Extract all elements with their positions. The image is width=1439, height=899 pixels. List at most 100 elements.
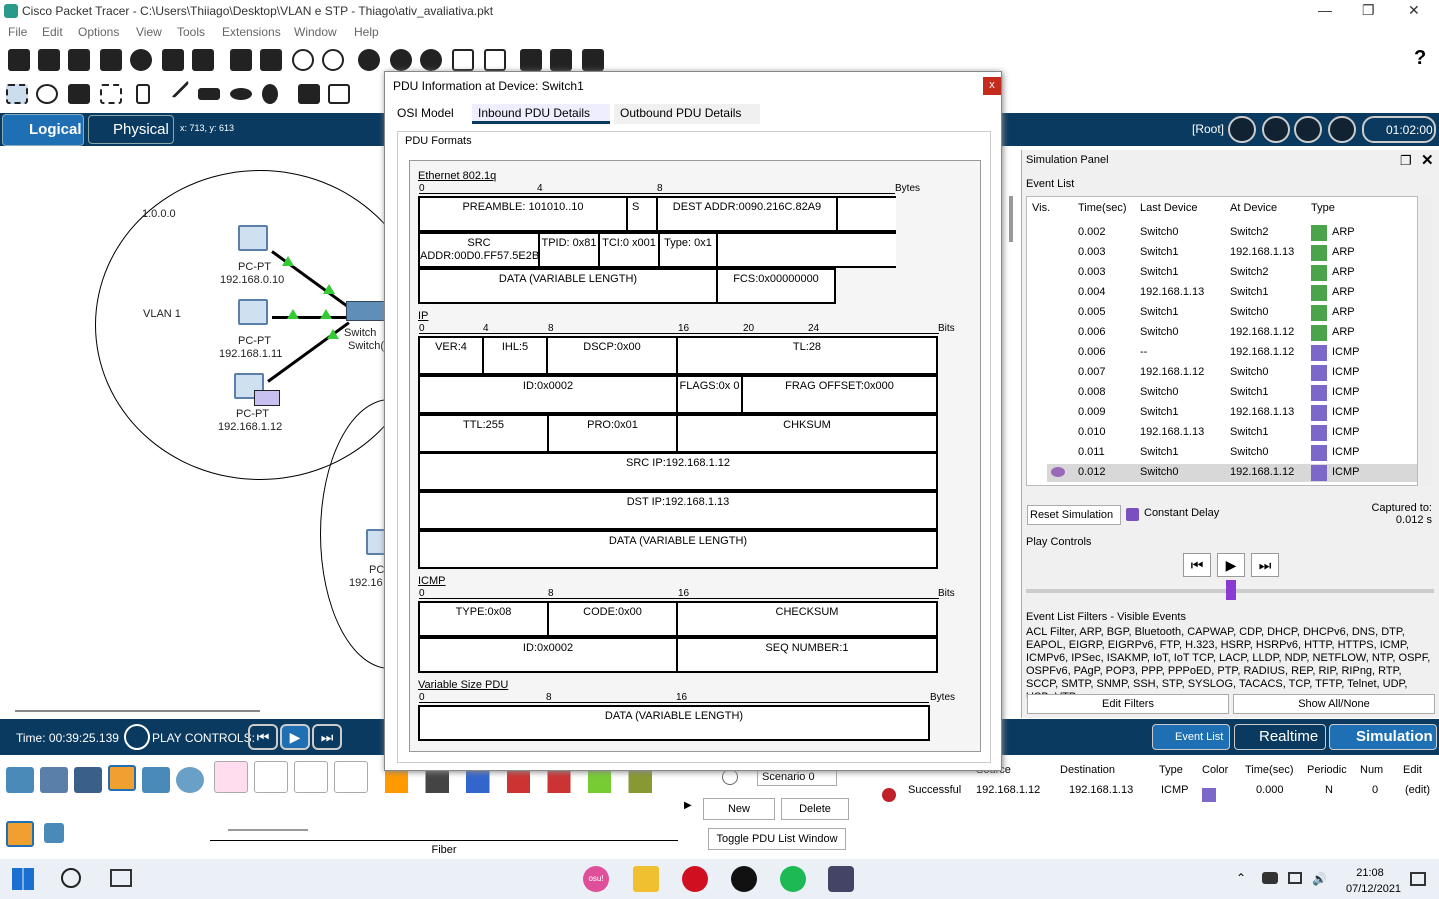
pdu-envelope-icon[interactable] [254, 390, 280, 406]
show-all-none-button[interactable]: Show All/None [1233, 694, 1435, 714]
tab-outbound-pdu[interactable]: Outbound PDU Details [614, 104, 760, 124]
redo-icon[interactable] [322, 49, 344, 71]
maximize-icon[interactable]: ❐ [1362, 2, 1375, 19]
menu-edit[interactable]: Edit [42, 25, 63, 39]
components-icon[interactable] [74, 767, 102, 793]
file-explorer-icon[interactable] [633, 866, 659, 892]
start-icon[interactable] [12, 868, 34, 890]
constant-delay-checkbox[interactable] [1126, 508, 1139, 521]
background-image-icon[interactable] [1328, 116, 1356, 143]
paste-icon[interactable] [260, 49, 282, 71]
chevron-up-icon[interactable]: ⌃ [1236, 871, 1246, 885]
open-folder-icon[interactable] [38, 49, 60, 71]
add-simple-pdu-icon[interactable] [298, 84, 320, 104]
drawing-palette-icon[interactable] [452, 49, 474, 71]
menu-window[interactable]: Window [294, 25, 337, 39]
back-icon[interactable] [1228, 116, 1256, 143]
save-icon[interactable] [68, 49, 90, 71]
realtime-button[interactable]: Realtime [1234, 724, 1326, 750]
osu-icon[interactable]: osu! [583, 866, 609, 892]
play-icon[interactable]: ▶ [1217, 553, 1245, 577]
connections-icon[interactable] [108, 765, 136, 791]
multiuser-icon[interactable] [176, 767, 204, 793]
switch-icon[interactable] [346, 301, 386, 321]
close-panel-icon[interactable]: ✕ [1421, 151, 1434, 169]
spotify-icon[interactable] [780, 866, 806, 892]
server-icon[interactable] [550, 49, 572, 71]
close-icon[interactable]: ✕ [1408, 2, 1420, 19]
pc-icon[interactable] [238, 225, 268, 251]
system-clock[interactable]: 21:08 07/12/2021 [1346, 865, 1401, 897]
cloud-icon[interactable] [1262, 116, 1290, 143]
tray-scrollbar[interactable] [228, 829, 308, 831]
power-cycle-icon[interactable] [124, 724, 150, 750]
console-cable-icon[interactable] [254, 761, 288, 793]
play-icon[interactable]: ▶ [280, 724, 310, 750]
logical-tab[interactable]: Logical [2, 114, 84, 146]
automatic-cable-icon[interactable] [214, 761, 248, 793]
pc-icon[interactable] [238, 299, 268, 325]
draw-rect-icon[interactable] [198, 88, 220, 100]
tab-inbound-pdu[interactable]: Inbound PDU Details [472, 104, 610, 124]
undock-icon[interactable]: ❐ [1400, 153, 1412, 169]
draw-ellipse-icon[interactable] [230, 88, 252, 100]
activity-wizard-icon[interactable] [192, 49, 214, 71]
copy-icon[interactable] [230, 49, 252, 71]
viewport-icon[interactable] [582, 49, 604, 71]
volume-icon[interactable]: 🔊 [1312, 872, 1327, 886]
new-file-icon[interactable] [8, 49, 30, 71]
menu-extensions[interactable]: Extensions [222, 25, 281, 39]
freeform-icon[interactable] [262, 84, 278, 104]
crossover-cable-icon[interactable] [334, 761, 368, 793]
event-list-button[interactable]: Event List [1152, 724, 1230, 750]
pdu-edit[interactable]: (edit) [1405, 784, 1430, 796]
scenario-select[interactable]: Scenario 0 [757, 770, 837, 786]
end-devices-icon[interactable] [40, 767, 68, 793]
help-icon[interactable]: ? [1414, 47, 1426, 70]
zoom-reset-icon[interactable] [390, 49, 412, 71]
packet-tracer-icon[interactable] [828, 866, 854, 892]
step-back-icon[interactable]: ⏮ [248, 724, 278, 750]
fire-icon[interactable] [882, 788, 896, 802]
pc-icon[interactable] [366, 529, 386, 555]
expand-arrow-icon[interactable]: ▶ [684, 800, 692, 811]
dialog-close-button[interactable]: x [983, 77, 1001, 95]
delete-scenario-button[interactable]: Delete [781, 798, 849, 820]
move-icon[interactable] [1294, 116, 1322, 143]
search-icon[interactable] [61, 868, 81, 888]
logical-workspace[interactable]: 1.0.0.0 VLAN 1 PC-PT 192.168.0.10 PC-PT … [0, 146, 460, 716]
physical-tab[interactable]: Physical [88, 115, 174, 144]
notes-icon[interactable] [520, 49, 542, 71]
new-scenario-button[interactable]: New [703, 798, 775, 820]
reset-simulation-button[interactable]: Reset Simulation [1027, 505, 1121, 525]
info-icon[interactable] [722, 769, 738, 785]
zoom-in-icon[interactable] [358, 49, 380, 71]
notifications-icon[interactable] [1410, 872, 1426, 886]
edit-filters-button[interactable]: Edit Filters [1027, 694, 1229, 714]
viewport-clock[interactable]: 01:02:00 [1362, 116, 1436, 143]
inspect-icon[interactable] [36, 84, 58, 104]
tidal-icon[interactable] [731, 866, 757, 892]
menu-help[interactable]: Help [354, 25, 379, 39]
event-list-scrollbar[interactable] [1420, 196, 1432, 486]
simulation-button[interactable]: Simulation [1329, 724, 1437, 750]
discord-icon[interactable] [1262, 872, 1278, 884]
tab-osi-model[interactable]: OSI Model [391, 104, 460, 124]
network-wizard-icon[interactable] [162, 49, 184, 71]
connection-type-icon[interactable] [6, 821, 34, 847]
toggle-pdu-list-button[interactable]: Toggle PDU List Window [708, 828, 846, 850]
eye-icon[interactable] [1051, 467, 1065, 477]
play-speed-thumb[interactable] [1226, 580, 1236, 600]
misc-icon[interactable] [142, 767, 170, 793]
menu-file[interactable]: File [8, 25, 27, 39]
resize-icon[interactable] [100, 84, 122, 104]
add-complex-pdu-icon[interactable] [328, 84, 350, 104]
opera-icon[interactable] [682, 866, 708, 892]
info-icon[interactable] [130, 49, 152, 71]
menu-tools[interactable]: Tools [177, 25, 205, 39]
back-step-icon[interactable]: ⏮ [1183, 553, 1211, 577]
network-icon[interactable] [1288, 872, 1302, 884]
task-view-icon[interactable] [110, 869, 132, 887]
custom-devices-icon[interactable] [484, 49, 506, 71]
step-forward-icon[interactable]: ⏭ [312, 724, 342, 750]
